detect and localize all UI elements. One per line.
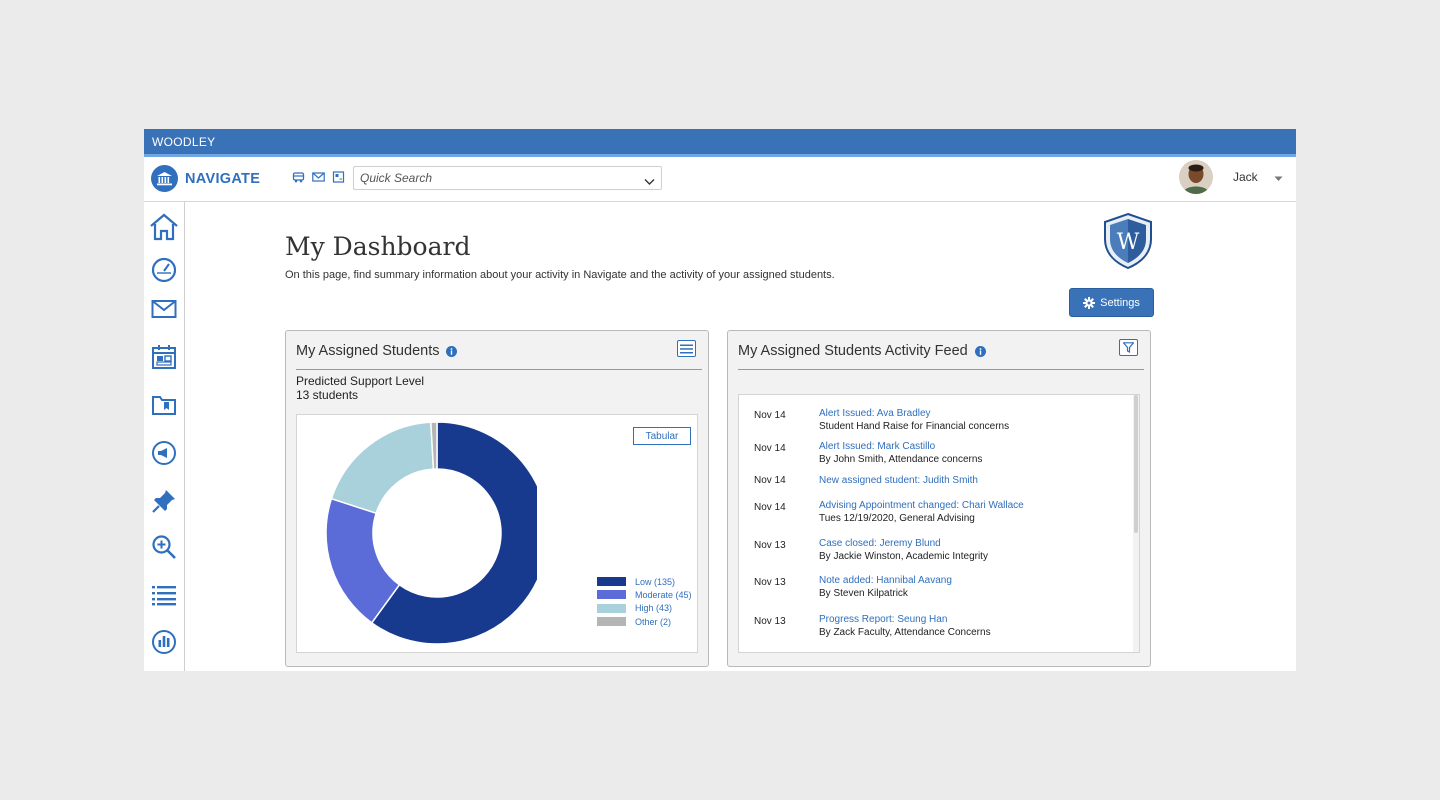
quick-search[interactable] bbox=[353, 166, 662, 190]
institution-crest-icon: W bbox=[1104, 212, 1152, 270]
activity-feed-card: My Assigned Students Activity Feed Nov 1… bbox=[727, 330, 1151, 667]
feed-item-date: Nov 13 bbox=[754, 577, 786, 588]
user-name: Jack bbox=[1233, 170, 1258, 184]
info-icon[interactable] bbox=[446, 345, 458, 357]
feed-item-detail: By Zack Faculty, Attendance Concerns bbox=[819, 627, 991, 638]
legend-swatch bbox=[597, 590, 626, 600]
feed-item-date: Nov 13 bbox=[754, 616, 786, 627]
tabular-button[interactable]: Tabular bbox=[633, 427, 691, 445]
filter-icon[interactable] bbox=[1119, 339, 1138, 356]
legend-swatch bbox=[597, 617, 626, 627]
feed-item-link[interactable]: Note added: Hannibal Aavang bbox=[819, 575, 952, 586]
folder-icon[interactable] bbox=[149, 390, 179, 420]
feed-item-date: Nov 14 bbox=[754, 443, 786, 454]
user-menu[interactable]: Jack bbox=[1179, 160, 1258, 194]
list-icon[interactable] bbox=[149, 580, 179, 610]
sidebar bbox=[144, 202, 185, 671]
dashboard-gauge-icon[interactable] bbox=[149, 254, 179, 284]
gear-icon bbox=[1083, 296, 1096, 309]
quick-icons bbox=[292, 171, 345, 183]
legend-swatch bbox=[597, 603, 626, 613]
mail-icon[interactable] bbox=[149, 294, 179, 324]
menu-icon[interactable] bbox=[677, 340, 696, 357]
navigate-logo[interactable]: NAVIGATE bbox=[151, 165, 260, 192]
feed-item-detail: Student Hand Raise for Financial concern… bbox=[819, 421, 1010, 432]
caret-down-icon[interactable] bbox=[1274, 169, 1283, 187]
feed-item-detail: By Jackie Winston, Academic Integrity bbox=[819, 551, 988, 562]
legend-label: Other (2) bbox=[635, 616, 672, 627]
feed-item-detail: By John Smith, Attendance concerns bbox=[819, 454, 983, 465]
institution-bar: WOODLEY bbox=[144, 129, 1296, 157]
activity-feed-title: My Assigned Students Activity Feed bbox=[738, 343, 986, 359]
metric-label: Predicted Support Level bbox=[296, 374, 425, 388]
feed-item-link[interactable]: Advising Appointment changed: Chari Wall… bbox=[819, 500, 1024, 511]
legend-label: Moderate (45) bbox=[635, 589, 692, 600]
legend-swatch bbox=[597, 577, 626, 587]
donut-chart bbox=[325, 421, 537, 645]
app-name: NAVIGATE bbox=[185, 170, 261, 187]
megaphone-icon[interactable] bbox=[149, 438, 179, 468]
app-window: WOODLEY NAVIGATE Quick Search Jack My Da… bbox=[144, 129, 1296, 671]
reports-chart-icon[interactable] bbox=[149, 627, 179, 657]
settings-button[interactable]: Settings bbox=[1069, 288, 1154, 317]
feed-item-link[interactable]: Alert Issued: Mark Castillo bbox=[819, 441, 935, 452]
bus-icon[interactable] bbox=[292, 171, 305, 183]
navigate-logo-icon bbox=[151, 165, 178, 192]
legend-item-low[interactable]: Low (135) bbox=[597, 575, 692, 588]
feed-item-date: Nov 14 bbox=[754, 410, 786, 421]
top-navigation: NAVIGATE Quick Search Jack bbox=[144, 157, 1296, 202]
assigned-students-title: My Assigned Students bbox=[296, 343, 458, 359]
chart-legend: Low (135) Moderate (45) High (43) Other (2) bbox=[597, 575, 692, 628]
legend-item-other[interactable]: Other (2) bbox=[597, 615, 692, 628]
student-count: 13 students bbox=[296, 388, 359, 402]
feed-scrollbar[interactable] bbox=[1133, 395, 1139, 652]
feed-item-detail: Tues 12/19/2020, General Advising bbox=[819, 513, 975, 524]
legend-item-moderate[interactable]: Moderate (45) bbox=[597, 588, 692, 601]
feed-item-link[interactable]: New assigned student: Judith Smith bbox=[819, 475, 978, 486]
pin-icon[interactable] bbox=[149, 486, 179, 516]
feed-item-link[interactable]: Progress Report: Seung Han bbox=[819, 614, 947, 625]
feed-scrollbar-thumb[interactable] bbox=[1134, 395, 1138, 533]
legend-item-high[interactable]: High (43) bbox=[597, 602, 692, 615]
feed-item-date: Nov 14 bbox=[754, 475, 786, 486]
institution-name: WOODLEY bbox=[152, 134, 216, 149]
page-subtitle: On this page, find summary information a… bbox=[285, 269, 835, 281]
card-divider bbox=[738, 369, 1144, 370]
home-icon[interactable] bbox=[149, 212, 179, 242]
feed-item-date: Nov 14 bbox=[754, 502, 786, 513]
assigned-students-card: My Assigned Students Predicted Support L… bbox=[285, 330, 709, 667]
crest-letter: W bbox=[1117, 230, 1140, 255]
feed-item-date: Nov 13 bbox=[754, 540, 786, 551]
grid-icon[interactable] bbox=[332, 171, 345, 183]
feed-item-link[interactable]: Alert Issued: Ava Bradley bbox=[819, 408, 931, 419]
avatar[interactable] bbox=[1179, 160, 1213, 194]
donut-chart-panel: Tabular Low (135) Moderate (45) High (43) O… bbox=[296, 414, 698, 653]
feed-item-detail: By Steven Kilpatrick bbox=[819, 588, 908, 599]
chevron-down-icon[interactable] bbox=[644, 173, 655, 191]
page-title: My Dashboard bbox=[285, 232, 471, 261]
calendar-icon[interactable] bbox=[149, 342, 179, 372]
card-divider bbox=[296, 369, 702, 370]
mail-icon[interactable] bbox=[312, 171, 325, 183]
feed-item-link[interactable]: Case closed: Jeremy Blund bbox=[819, 538, 941, 549]
main-content: My Dashboard On this page, find summary … bbox=[185, 202, 1296, 671]
info-icon[interactable] bbox=[974, 345, 986, 357]
zoom-search-icon[interactable] bbox=[149, 532, 179, 562]
legend-label: High (43) bbox=[635, 603, 673, 614]
legend-label: Low (135) bbox=[635, 576, 676, 587]
activity-feed-list: Nov 14 Alert Issued: Ava Bradley Student H… bbox=[738, 394, 1140, 653]
donut-slice-high[interactable] bbox=[330, 421, 435, 515]
quick-search-input[interactable] bbox=[360, 171, 630, 185]
settings-label: Settings bbox=[1100, 296, 1140, 309]
